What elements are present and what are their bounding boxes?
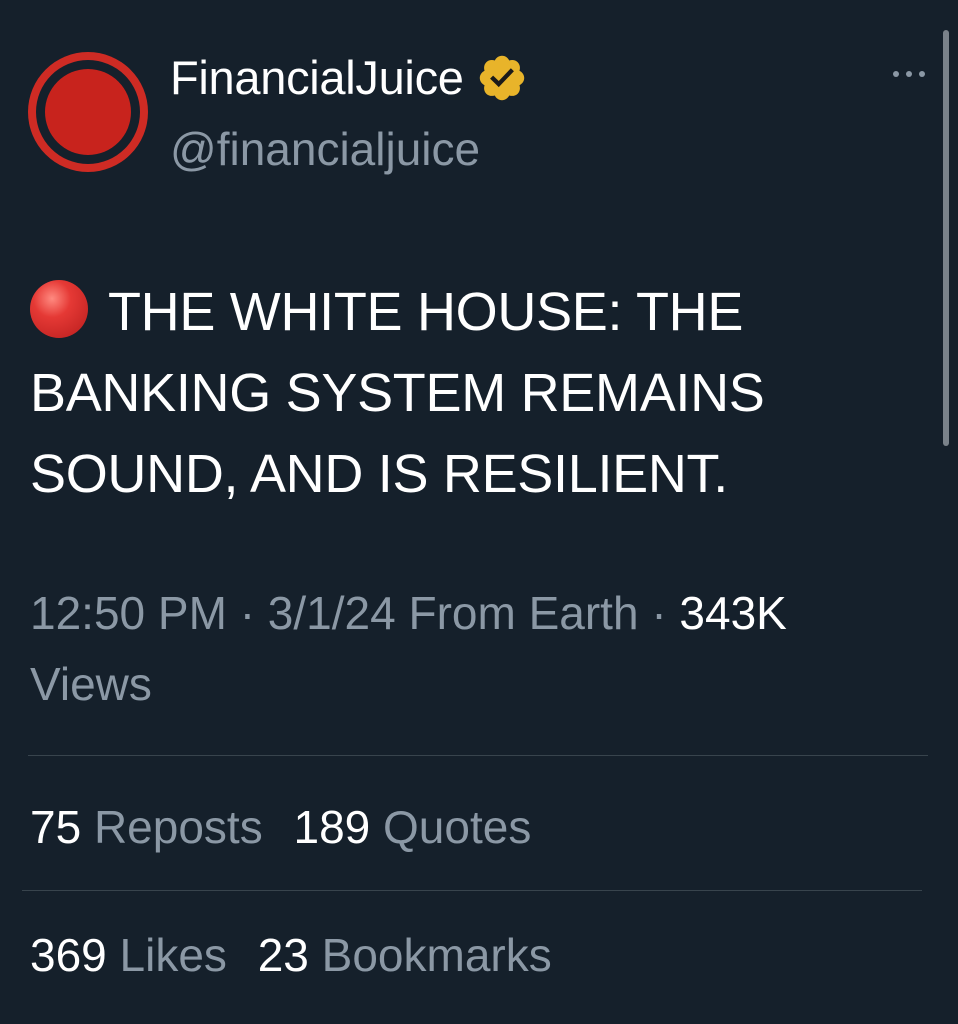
- quotes-stat[interactable]: 189 Quotes: [293, 801, 531, 853]
- divider: [28, 755, 928, 756]
- quotes-label: Quotes: [383, 801, 532, 853]
- tweet-date[interactable]: 3/1/24: [268, 587, 396, 639]
- stats-row-likes-bookmarks: 369 Likes 23 Bookmarks: [30, 928, 570, 982]
- scrollbar[interactable]: [943, 30, 949, 446]
- reposts-count: 75: [30, 801, 82, 853]
- reposts-stat[interactable]: 75 Reposts: [30, 801, 263, 853]
- avatar[interactable]: [28, 52, 148, 172]
- views-label: Views: [30, 658, 152, 710]
- views-count: 343K: [679, 587, 787, 639]
- meta-separator: ·: [239, 587, 256, 639]
- display-name-row: FinancialJuice: [170, 50, 528, 105]
- more-options-icon[interactable]: [889, 62, 929, 86]
- meta-separator: ·: [651, 587, 667, 639]
- red-circle-icon: [30, 280, 88, 338]
- tweet-source: From Earth: [408, 587, 639, 639]
- bookmarks-count: 23: [257, 929, 309, 981]
- stats-row-reposts-quotes: 75 Reposts 189 Quotes: [30, 800, 549, 854]
- bookmarks-stat[interactable]: 23 Bookmarks: [258, 929, 552, 981]
- tweet-meta: 12:50 PM · 3/1/24 From Earth · 343K View…: [30, 578, 910, 720]
- verified-badge-icon: [479, 55, 524, 100]
- avatar-core: [45, 69, 131, 155]
- quotes-count: 189: [293, 801, 371, 853]
- tweet-text: THE WHITE HOUSE: THE BANKING SYSTEM REMA…: [30, 272, 890, 515]
- tweet-body: THE WHITE HOUSE: THE BANKING SYSTEM REMA…: [30, 282, 765, 504]
- likes-stat[interactable]: 369 Likes: [30, 929, 227, 981]
- tweet-time[interactable]: 12:50 PM: [30, 587, 227, 639]
- divider: [22, 890, 922, 891]
- likes-count: 369: [30, 929, 107, 981]
- bookmarks-label: Bookmarks: [321, 929, 552, 981]
- user-handle[interactable]: @financialjuice: [170, 122, 480, 176]
- reposts-label: Reposts: [93, 801, 263, 853]
- likes-label: Likes: [119, 929, 227, 981]
- avatar-ring: [36, 60, 140, 164]
- display-name[interactable]: FinancialJuice: [170, 50, 464, 105]
